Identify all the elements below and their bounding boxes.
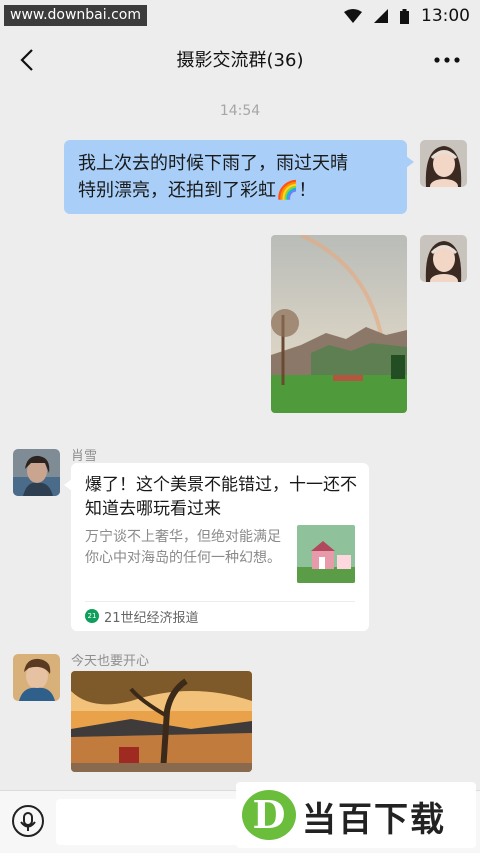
source-logo-icon: 21 [85, 609, 99, 623]
chat-header: 摄影交流群(36) [0, 34, 480, 86]
my-avatar-2[interactable] [420, 235, 467, 282]
message-timestamp: 14:54 [219, 103, 261, 119]
rainbow-photo[interactable] [271, 235, 407, 413]
wifi-icon [344, 9, 362, 23]
status-icons: 13:00 [344, 5, 470, 27]
battery-icon [400, 8, 409, 24]
card-divider [85, 601, 355, 602]
logo-mark-icon: D [242, 790, 296, 840]
clock: 13:00 [421, 6, 470, 26]
article-thumbnail [297, 525, 355, 583]
watermark-logo: D 当百下载 [236, 782, 476, 848]
bubble-line-2: 特别漂亮，还拍到了彩虹🌈！ [78, 180, 317, 201]
courtyard-photo[interactable] [71, 671, 252, 772]
voice-mic-icon[interactable] [12, 805, 44, 837]
sender-name-happy: 今天也要开心 [71, 654, 150, 669]
my-avatar[interactable] [420, 140, 467, 187]
more-dots-icon[interactable] [432, 46, 462, 74]
cellular-signal-icon [374, 9, 388, 23]
sender-name-xiaoxue: 肖雪 [71, 449, 98, 464]
article-source: 21 21世纪经济报道 [85, 606, 199, 626]
source-name: 21世纪经济报道 [104, 610, 199, 626]
bubble-line-1: 我上次去的时候下雨了，雨过天晴 [78, 153, 348, 174]
shared-article-card[interactable]: 爆了！这个美景不能错过，十一还不知道去哪玩看过来 万宁谈不上奢华，但绝对能满足你… [64, 463, 369, 631]
sender-avatar-xiaoxue[interactable] [13, 449, 60, 496]
status-bar: www.downbai.com 13:00 [0, 0, 480, 34]
chat-title: 摄影交流群(36) [176, 50, 304, 71]
article-description: 万宁谈不上奢华，但绝对能满足你心中对海岛的任何一种幻想。 [85, 529, 281, 566]
logo-text: 当百下载 [302, 800, 446, 840]
sender-avatar-happy[interactable] [13, 654, 60, 701]
my-text-bubble[interactable]: 我上次去的时候下雨了，雨过天晴 特别漂亮，还拍到了彩虹🌈！ [64, 140, 414, 214]
article-title: 爆了！这个美景不能错过，十一还不知道去哪玩看过来 [85, 475, 357, 519]
watermark-text: www.downbai.com [4, 5, 147, 26]
